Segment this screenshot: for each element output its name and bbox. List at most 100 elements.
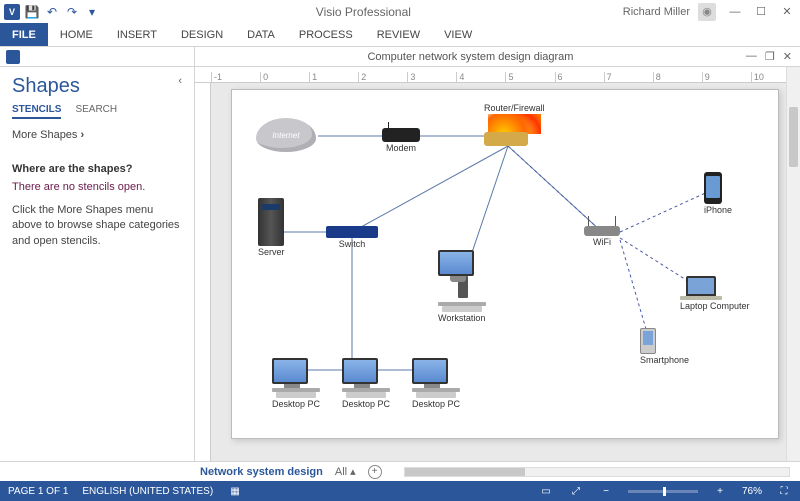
server-label: Server [258, 248, 285, 258]
keyboard-icon [442, 306, 482, 312]
close-button[interactable]: ✕ [774, 2, 800, 22]
add-sheet-button[interactable]: + [368, 465, 382, 479]
window-controls: — ☐ ✕ [722, 2, 800, 22]
sheet-tab-active[interactable]: Network system design [200, 466, 323, 478]
iphone-label: iPhone [704, 206, 732, 216]
doc-close-icon[interactable]: ✕ [783, 50, 792, 63]
stencils-tab[interactable]: STENCILS [12, 104, 61, 119]
router-label: Router/Firewall [484, 104, 545, 114]
canvas[interactable]: Internet Modem Router/Firewall Server Sw… [211, 83, 800, 461]
node-desktop-1[interactable]: Desktop PC [272, 358, 320, 410]
title-bar: V 💾 ↶ ↷ ▾ Visio Professional Richard Mil… [0, 0, 800, 23]
doc-icon [6, 50, 20, 64]
monitor-icon [412, 358, 448, 384]
scrollbar-horizontal[interactable] [404, 467, 790, 477]
node-switch[interactable]: Switch [326, 226, 378, 250]
qat-customize-icon[interactable]: ▾ [84, 4, 100, 20]
shapes-empty-hint: Click the More Shapes menu above to brow… [12, 203, 182, 249]
monitor-icon [272, 358, 308, 384]
shapes-empty-message: There are no stencils open. [12, 181, 182, 193]
collapse-pane-icon[interactable]: ‹ [178, 75, 182, 87]
tab-process[interactable]: PROCESS [287, 23, 365, 46]
search-tab[interactable]: SEARCH [75, 104, 117, 119]
node-smartphone[interactable]: Smartphone [640, 328, 689, 366]
undo-icon[interactable]: ↶ [44, 4, 60, 20]
save-icon[interactable]: 💾 [24, 4, 40, 20]
tab-file[interactable]: FILE [0, 23, 48, 46]
app-title: Visio Professional [104, 5, 623, 19]
drawing-page[interactable]: Internet Modem Router/Firewall Server Sw… [231, 89, 779, 439]
fit-page-icon[interactable]: ⛶ [776, 486, 792, 497]
fire-icon [488, 114, 541, 134]
shapes-heading: Shapes [12, 75, 182, 98]
status-page: PAGE 1 OF 1 [8, 486, 68, 497]
cloud-icon: Internet [256, 118, 316, 152]
document-header: Computer network system design diagram —… [0, 47, 800, 67]
wifi-router-icon [584, 226, 620, 236]
scroll-thumb[interactable] [405, 468, 525, 476]
laptop-label: Laptop Computer [680, 302, 750, 312]
switch-label: Switch [326, 240, 378, 250]
scrollbar-vertical[interactable] [786, 67, 800, 461]
node-internet[interactable]: Internet [256, 118, 316, 152]
node-desktop-2[interactable]: Desktop PC [342, 358, 390, 410]
node-router[interactable]: Router/Firewall [484, 102, 545, 146]
node-laptop[interactable]: Laptop Computer [680, 274, 750, 312]
quick-access-toolbar: V 💾 ↶ ↷ ▾ [0, 4, 104, 20]
zoom-level[interactable]: 76% [742, 486, 762, 497]
monitor-icon [438, 250, 474, 276]
visio-app-icon[interactable]: V [4, 4, 20, 20]
macro-record-icon[interactable]: ▦ [227, 486, 243, 497]
node-server[interactable]: Server [258, 198, 285, 258]
zoom-out-icon[interactable]: − [598, 486, 614, 497]
workstation-label: Workstation [438, 314, 485, 324]
sheet-tab-all[interactable]: All ▴ [335, 465, 356, 478]
canvas-wrap: -1012345678910 [195, 67, 800, 461]
tab-data[interactable]: DATA [235, 23, 287, 46]
tab-view[interactable]: VIEW [432, 23, 484, 46]
presentation-mode-icon[interactable]: ▭ [538, 486, 554, 497]
zoom-slider[interactable] [628, 490, 698, 493]
ruler-horizontal: -1012345678910 [195, 67, 800, 83]
keyboard-icon [346, 392, 386, 398]
doc-restore-icon[interactable]: ❐ [765, 50, 775, 63]
maximize-button[interactable]: ☐ [748, 2, 774, 22]
desktop-label: Desktop PC [342, 400, 390, 410]
scroll-thumb[interactable] [789, 107, 798, 167]
switch-icon [326, 226, 378, 238]
user-avatar-icon[interactable]: ◉ [698, 3, 716, 21]
node-modem[interactable]: Modem [382, 128, 420, 154]
ruler-vertical [195, 83, 211, 461]
more-shapes-menu[interactable]: More Shapes [12, 129, 182, 141]
fit-window-icon[interactable]: ⤢ [568, 486, 584, 497]
pda-icon [640, 328, 656, 354]
main-area: ‹ Shapes STENCILS SEARCH More Shapes Whe… [0, 67, 800, 461]
node-iphone[interactable]: iPhone [704, 172, 732, 216]
shapes-empty-header: Where are the shapes? [12, 163, 182, 175]
shapes-pane: ‹ Shapes STENCILS SEARCH More Shapes Whe… [0, 67, 195, 461]
document-title: Computer network system design diagram [195, 51, 746, 63]
doc-minimize-icon[interactable]: — [746, 50, 757, 63]
smartphone-label: Smartphone [640, 356, 689, 366]
redo-icon[interactable]: ↷ [64, 4, 80, 20]
tab-review[interactable]: REVIEW [365, 23, 432, 46]
modem-icon [382, 128, 420, 142]
tab-design[interactable]: DESIGN [169, 23, 235, 46]
keyboard-icon [416, 392, 456, 398]
minimize-button[interactable]: — [722, 2, 748, 22]
tab-home[interactable]: HOME [48, 23, 105, 46]
server-icon [258, 198, 284, 246]
node-desktop-3[interactable]: Desktop PC [412, 358, 460, 410]
user-name[interactable]: Richard Miller [623, 6, 694, 18]
ribbon-tabs: FILE HOME INSERT DESIGN DATA PROCESS REV… [0, 23, 800, 47]
modem-label: Modem [382, 144, 420, 154]
status-bar: PAGE 1 OF 1 ENGLISH (UNITED STATES) ▦ ▭ … [0, 481, 800, 501]
laptop-icon [680, 296, 722, 300]
tab-insert[interactable]: INSERT [105, 23, 169, 46]
node-workstation[interactable]: Workstation [438, 250, 485, 324]
status-language[interactable]: ENGLISH (UNITED STATES) [82, 486, 213, 497]
node-wifi[interactable]: WiFi [584, 226, 620, 248]
zoom-in-icon[interactable]: + [712, 486, 728, 497]
phone-icon [704, 172, 722, 204]
sheet-tab-bar: Network system design All ▴ + [0, 461, 800, 481]
